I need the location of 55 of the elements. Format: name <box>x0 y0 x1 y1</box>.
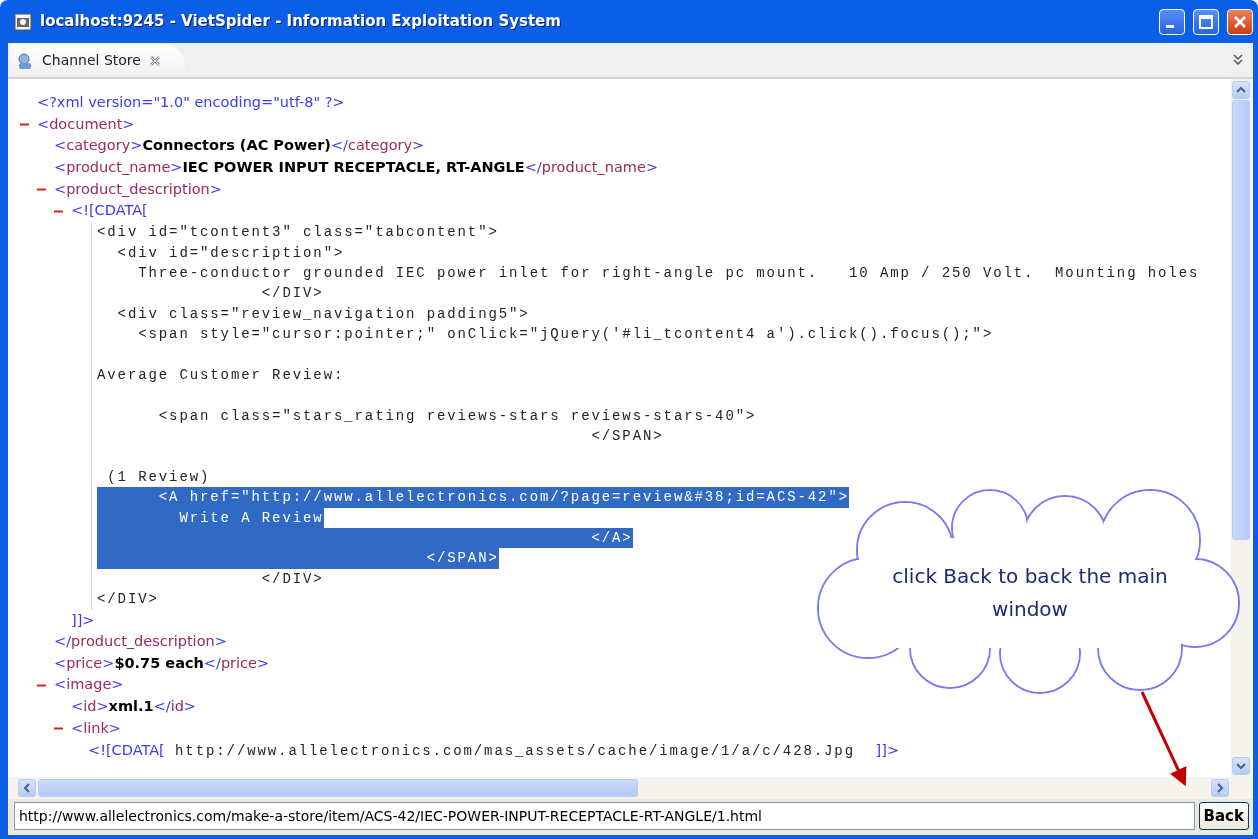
xml-value: IEC POWER INPUT RECEPTACLE, RT-ANGLE <box>182 159 525 175</box>
close-icon <box>1233 14 1247 29</box>
xml-tag: <product_name> <box>54 159 183 175</box>
address-field[interactable]: http://www.allelectronics.com/make-a-store/item/ACS-42/IEC-POWER-INPUT-RECEPTACLE-RT-ANGLE/1.html <box>14 802 1195 830</box>
code-line: <div id="description"> <box>116 243 345 263</box>
cdata-marker: ]]> <box>875 741 900 758</box>
app-icon <box>14 12 32 31</box>
code-line: (1 Review) <box>106 467 211 487</box>
xml-tag: <price> <box>54 654 115 671</box>
xml-tag: <category> <box>54 137 143 154</box>
xml-value: $0.75 each <box>114 654 204 671</box>
xml-tag: <document> <box>37 115 135 132</box>
xml-tag: </product_name> <box>524 159 659 175</box>
minimize-icon <box>1166 25 1174 28</box>
code-line: </DIV> <box>97 590 159 610</box>
xml-tag: <link> <box>71 719 121 736</box>
back-button[interactable]: Back <box>1198 802 1249 830</box>
minimize-button[interactable] <box>1159 8 1185 35</box>
scroll-up-button[interactable] <box>1232 81 1250 99</box>
code-line: <div id="tcontent3" class="tabcontent"> <box>97 223 499 243</box>
channel-icon <box>16 51 34 70</box>
xml-tag: </id> <box>153 698 196 715</box>
code-line: </SPAN> <box>590 427 664 447</box>
xml-value: Connectors (AC Power) <box>142 137 331 154</box>
xml-value: xml.1 <box>108 698 154 715</box>
window-title: localhost:9245 - VietSpider - Information Exploitation System <box>40 11 562 33</box>
code-line: Average Customer Review: <box>97 365 345 385</box>
code-line: Three-conductor grounded IEC power inlet for right-angle pc mount. 10 Amp / 250 Volt. Mounting holes <box>137 263 1200 283</box>
close-button[interactable] <box>1227 8 1253 35</box>
cdata-marker: <![CDATA[ <box>71 202 148 219</box>
code-line: </DIV> <box>260 284 324 304</box>
scroll-down-button[interactable] <box>1232 757 1250 775</box>
xml-tag: </category> <box>330 137 425 154</box>
code-line: <span style="cursor:pointer;" onClick="jQuery('#li_tcontent4 a').click().focus();"> <box>137 325 994 345</box>
close-icon[interactable] <box>148 54 161 67</box>
xml-tag: <id> <box>71 698 109 715</box>
code-line: <span class="stars_rating reviews-stars reviews-stars-40"> <box>157 406 757 426</box>
code-line: <div class="review_navigation padding5"> <box>116 304 530 324</box>
xml-declaration: <?xml version="1.0" encoding="utf-8" ?> <box>37 94 345 110</box>
code-line: </DIV> <box>260 569 324 589</box>
chevron-icon[interactable] <box>1233 54 1243 66</box>
xml-tag: </product_description> <box>54 633 227 650</box>
xml-tag: </price> <box>203 654 270 671</box>
maximize-button[interactable] <box>1193 8 1219 35</box>
scroll-thumb[interactable] <box>1232 100 1250 540</box>
scroll-left-button[interactable] <box>18 779 36 797</box>
xml-tag: <product_description> <box>54 180 222 197</box>
maximize-icon <box>1199 14 1213 29</box>
cdata-marker: ]]> <box>71 611 95 628</box>
callout-text: click Back to back the main window <box>891 563 1169 623</box>
scroll-right-button[interactable] <box>1211 779 1229 797</box>
xml-tag: <image> <box>54 676 124 693</box>
cdata-value: http://www.allelectronics.com/mas_assets/cache/image/1/a/c/428.Jpg <box>174 742 856 759</box>
scroll-thumb[interactable] <box>38 779 638 797</box>
cdata-marker: <![CDATA[ <box>88 741 165 758</box>
